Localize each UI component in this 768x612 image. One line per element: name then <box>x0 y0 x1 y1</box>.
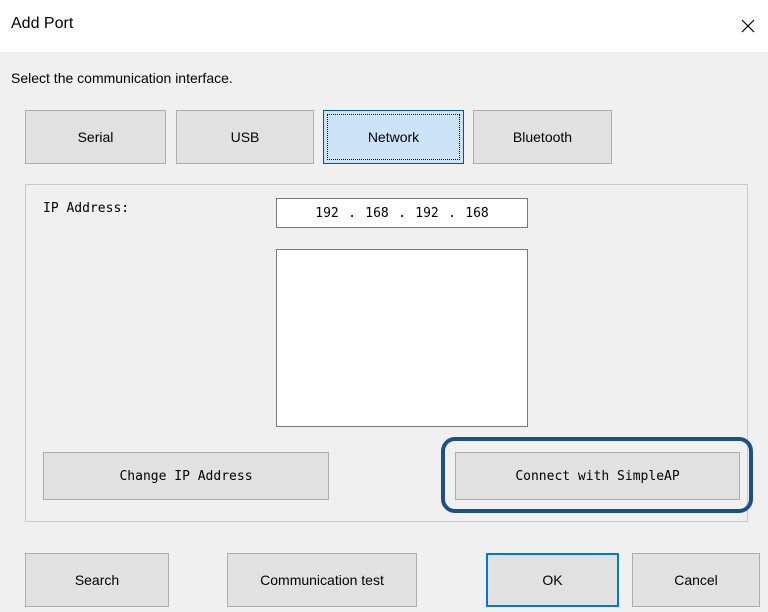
ok-button[interactable]: OK <box>486 553 619 607</box>
communication-test-button[interactable]: Communication test <box>227 553 417 607</box>
cancel-button[interactable]: Cancel <box>632 553 760 607</box>
instruction-text: Select the communication interface. <box>11 70 233 86</box>
ip-octet-1[interactable]: 192 <box>310 206 344 221</box>
add-port-dialog: Add Port Select the communication interf… <box>0 0 768 612</box>
ip-address-field[interactable]: 192. 168. 192. 168 <box>276 198 528 228</box>
ip-separator: . <box>398 205 406 221</box>
change-ip-address-label: Change IP Address <box>119 468 253 484</box>
cancel-label: Cancel <box>674 572 718 588</box>
close-button[interactable] <box>722 0 768 52</box>
change-ip-address-button[interactable]: Change IP Address <box>43 452 329 500</box>
ip-address-label: IP Address: <box>43 201 130 216</box>
ip-octet-2[interactable]: 168 <box>360 206 394 221</box>
dialog-title: Add Port <box>11 15 74 32</box>
tab-bluetooth-label: Bluetooth <box>512 129 573 145</box>
tab-serial[interactable]: Serial <box>25 110 166 164</box>
close-icon <box>741 19 755 33</box>
search-label: Search <box>74 572 120 588</box>
tab-network[interactable]: Network <box>323 110 464 164</box>
ip-octet-3[interactable]: 192 <box>410 206 444 221</box>
focus-indicator <box>327 114 460 160</box>
ip-separator: . <box>348 205 356 221</box>
device-list[interactable] <box>276 249 528 427</box>
title-bar: Add Port <box>0 0 768 52</box>
tab-usb-label: USB <box>230 129 260 145</box>
search-button[interactable]: Search <box>25 553 169 607</box>
ok-label: OK <box>542 572 563 588</box>
tab-bluetooth[interactable]: Bluetooth <box>473 110 612 164</box>
tab-serial-label: Serial <box>77 129 114 145</box>
ip-octet-4[interactable]: 168 <box>460 206 494 221</box>
tab-usb[interactable]: USB <box>176 110 314 164</box>
ip-separator: . <box>448 205 456 221</box>
communication-test-label: Communication test <box>260 572 384 588</box>
callout-highlight <box>441 437 753 513</box>
